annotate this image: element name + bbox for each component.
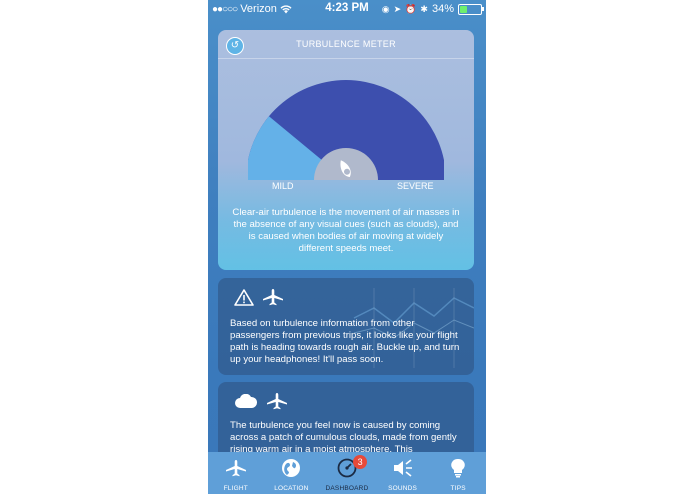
meter-description: Clear-air turbulence is the movement of … [232,207,460,254]
status-bar: ●●○○○ Verizon 4:23 PM ◉ ➤ ⏰ ✱ 34% [208,0,486,18]
lock-rotation-icon: ◉ [381,3,390,14]
airplane-icon [267,393,287,410]
tab-tips[interactable]: TIPS [430,452,486,494]
mild-label: MILD [272,181,294,191]
tab-location[interactable]: LOCATION [264,452,320,494]
battery-percent: 34% [431,3,454,15]
tab-label: LOCATION [274,485,309,492]
airplane-icon [225,460,246,477]
card-icons [234,288,284,306]
alarm-icon: ⏰ [405,3,417,14]
warning-icon [234,288,254,306]
tab-bar: FLIGHT LOCATION 3 DASHBOARD SOUNDS TIPS [208,452,486,494]
cloud-turbulence-card[interactable]: The turbulence you feel now is caused by… [218,382,474,462]
severe-label: SEVERE [397,181,434,191]
tab-dashboard[interactable]: 3 DASHBOARD [319,452,375,494]
cloud-icon [235,393,258,408]
card-title: TURBULENCE METER [296,39,396,49]
turbulence-meter-card: ↺ TURBULENCE METER MILD SEVERE Clear-air… [218,30,474,270]
card-icons [234,392,288,410]
tab-label: FLIGHT [223,485,248,492]
rough-air-card[interactable]: Based on turbulence information from oth… [218,278,474,375]
battery-icon [458,3,484,15]
rough-air-text: Based on turbulence information from oth… [230,318,460,365]
tab-label: TIPS [450,485,466,492]
tab-label: SOUNDS [388,485,418,492]
tab-sounds[interactable]: SOUNDS [375,452,431,494]
turbulence-gauge [248,80,444,180]
globe-icon [282,459,301,477]
tab-label: DASHBOARD [325,485,369,492]
card-header: ↺ TURBULENCE METER [218,30,474,59]
speaker-icon [393,459,412,477]
cloud-turbulence-text: The turbulence you feel now is caused by… [230,420,457,455]
airplane-icon [263,289,283,306]
lightbulb-icon [451,458,465,478]
tab-flight[interactable]: FLIGHT [208,452,264,494]
bluetooth-icon: ✱ [420,3,428,14]
phone-screen: ●●○○○ Verizon 4:23 PM ◉ ➤ ⏰ ✱ 34% ↺ TURB… [208,0,486,494]
location-arrow-icon: ➤ [393,3,402,14]
